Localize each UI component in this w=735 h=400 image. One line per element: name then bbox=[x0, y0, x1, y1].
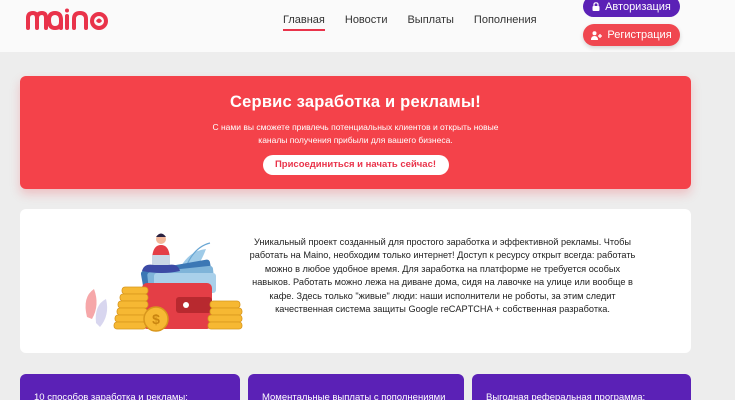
feature-card-payouts[interactable]: Моментальные выплаты с пополнениями bbox=[248, 374, 464, 400]
hero-title: Сервис заработка и рекламы! bbox=[230, 93, 481, 111]
register-label: Регистрация bbox=[607, 29, 672, 41]
nav-item-news[interactable]: Новости bbox=[345, 13, 388, 31]
feature-card-label: 10 способов заработка и рекламы: bbox=[34, 392, 188, 400]
money-illustration: $ bbox=[85, 233, 243, 332]
login-label: Авторизация bbox=[605, 0, 671, 13]
nav-item-home[interactable]: Главная bbox=[283, 13, 325, 31]
hero-banner: Сервис заработка и рекламы! С нами вы см… bbox=[20, 76, 691, 189]
svg-text:$: $ bbox=[152, 311, 160, 327]
maino-logo[interactable] bbox=[24, 8, 120, 32]
feature-card-label: Выгодная реферальная программа: bbox=[486, 392, 646, 400]
nav-item-deposits[interactable]: Пополнения bbox=[474, 13, 537, 31]
register-button[interactable]: Регистрация bbox=[583, 24, 680, 46]
user-plus-icon bbox=[591, 30, 603, 40]
feature-card-label: Моментальные выплаты с пополнениями bbox=[262, 392, 446, 400]
main-nav: Главная Новости Выплаты Пополнения bbox=[283, 13, 557, 31]
about-section: $ Уникальный проект созданный для просто… bbox=[20, 209, 691, 353]
feature-card-earning[interactable]: 10 способов заработка и рекламы: bbox=[20, 374, 240, 400]
login-button[interactable]: Авторизация bbox=[583, 0, 680, 17]
hero-description: С нами вы сможете привлечь потенциальных… bbox=[212, 122, 499, 145]
nav-item-payouts[interactable]: Выплаты bbox=[407, 13, 453, 31]
header: Главная Новости Выплаты Пополнения Автор… bbox=[0, 0, 735, 52]
join-now-button[interactable]: Присоединиться и начать сейчас! bbox=[262, 155, 449, 175]
about-text: Уникальный проект созданный для простого… bbox=[249, 237, 636, 315]
lock-icon bbox=[592, 2, 600, 11]
feature-card-referral[interactable]: Выгодная реферальная программа: bbox=[472, 374, 691, 400]
